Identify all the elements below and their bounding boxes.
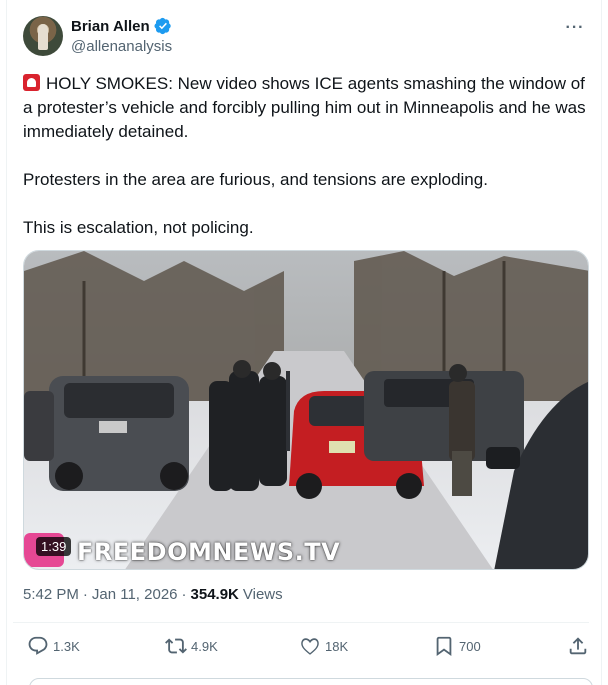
avatar-figure	[38, 24, 48, 50]
verified-badge-icon	[154, 17, 171, 35]
reply-button[interactable]: 1.3K	[27, 635, 80, 657]
views-label: Views	[242, 586, 283, 603]
officer	[449, 364, 475, 496]
repost-count: 4.9K	[191, 638, 218, 654]
video-frame	[24, 251, 588, 569]
tweet-text: HOLY SMOKES: New video shows ICE agents …	[23, 72, 593, 264]
tweet-header: Brian Allen @allenanalysis ···	[23, 16, 587, 60]
post-time[interactable]: 5:42 PM	[23, 586, 79, 603]
bookmark-button[interactable]: 700	[433, 635, 481, 657]
tweet-paragraph-3: This is escalation, not policing.	[23, 218, 254, 237]
video-duration: 1:39	[36, 537, 72, 556]
tweet-card: Brian Allen @allenanalysis ··· HOLY SMOK…	[6, 0, 602, 685]
share-icon	[569, 637, 587, 655]
repost-button[interactable]: 4.9K	[165, 635, 218, 657]
meta-separator-2: ·	[181, 586, 187, 603]
bookmark-count: 700	[459, 638, 481, 654]
tweet-paragraph-2: Protesters in the area are furious, and …	[23, 170, 488, 189]
tweet-paragraph-1: HOLY SMOKES: New video shows ICE agents …	[23, 74, 586, 141]
video-player[interactable]: 1:39 FREEDOMNEWS.TV	[23, 250, 589, 570]
user-handle[interactable]: @allenanalysis	[71, 38, 172, 55]
action-bar: 1.3K 4.9K 18K 700	[13, 622, 589, 672]
bookmark-icon	[436, 636, 452, 657]
left-suv	[49, 376, 189, 491]
reply-icon	[28, 636, 48, 655]
tweet-meta: 5:42 PM · Jan 11, 2026 · 354.9K Views	[23, 586, 283, 603]
name-row: Brian Allen	[71, 16, 172, 36]
more-options-icon[interactable]: ···	[563, 18, 587, 38]
rotating-light-icon	[23, 74, 40, 91]
reply-count: 1.3K	[53, 638, 80, 654]
reply-box-edge	[29, 678, 593, 685]
heart-icon	[301, 638, 319, 655]
video-watermark: FREEDOMNEWS.TV	[77, 538, 341, 566]
display-name[interactable]: Brian Allen	[71, 18, 150, 35]
share-button[interactable]	[567, 635, 589, 657]
views-count: 354.9K	[190, 586, 239, 603]
post-date[interactable]: Jan 11, 2026	[92, 586, 178, 603]
avatar[interactable]	[23, 16, 63, 56]
repost-icon	[165, 638, 187, 654]
meta-separator-1: ·	[82, 586, 88, 603]
like-count: 18K	[325, 638, 349, 654]
like-button[interactable]: 18K	[299, 635, 348, 657]
